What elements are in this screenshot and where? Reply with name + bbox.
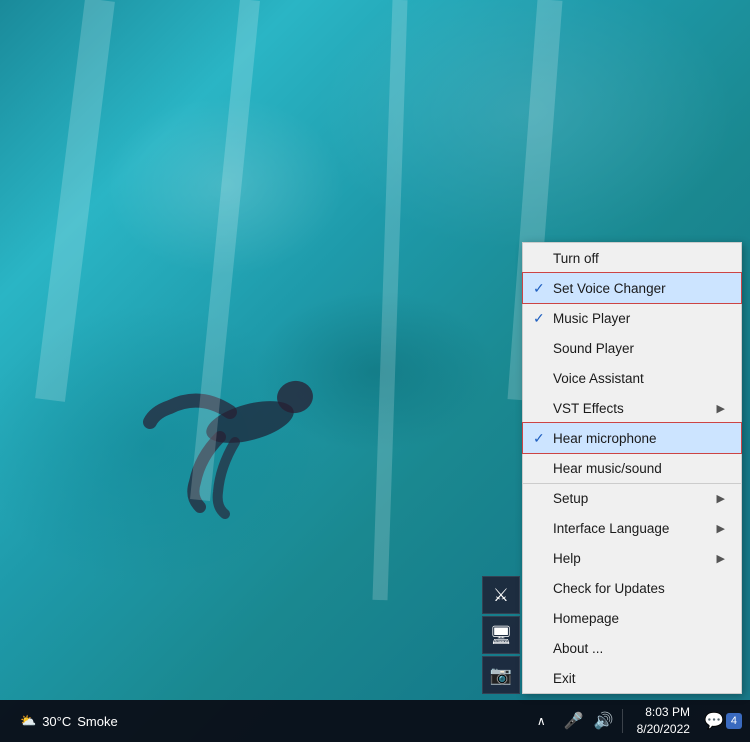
menu-label-exit: Exit — [553, 671, 725, 686]
menu-item-homepage[interactable]: Homepage — [523, 603, 741, 633]
menu-label-turn-off: Turn off — [553, 251, 725, 266]
menu-item-hear-microphone[interactable]: ✓Hear microphone — [523, 423, 741, 453]
menu-label-interface-language: Interface Language — [553, 521, 709, 536]
checkmark-set-voice-changer: ✓ — [533, 280, 553, 297]
notification-icon: 💬 — [704, 711, 724, 731]
menu-item-music-player[interactable]: ✓Music Player — [523, 303, 741, 333]
menu-item-interface-language[interactable]: Interface Language ▶ — [523, 513, 741, 543]
weather-condition: Smoke — [77, 714, 117, 729]
menu-label-set-voice-changer: Set Voice Changer — [553, 281, 725, 296]
tray-app-icon-1[interactable]: ⚔ — [482, 576, 520, 614]
checkmark-hear-microphone: ✓ — [533, 430, 553, 447]
menu-label-setup: Setup — [553, 491, 709, 506]
menu-item-about[interactable]: About ... — [523, 633, 741, 663]
tray-app-icon-3[interactable]: 📷 — [482, 656, 520, 694]
system-clock: 8:03 PM 8/20/2022 — [629, 704, 698, 738]
menu-item-setup[interactable]: Setup ▶ — [523, 483, 741, 513]
menu-label-vst-effects: VST Effects — [553, 401, 709, 416]
menu-label-music-player: Music Player — [553, 311, 725, 326]
clock-date: 8/20/2022 — [637, 721, 690, 738]
menu-label-about: About ... — [553, 641, 725, 656]
menu-item-exit[interactable]: Exit — [523, 663, 741, 693]
volume-icon: 🔊 — [590, 709, 618, 733]
menu-item-turn-off[interactable]: Turn off — [523, 243, 741, 273]
submenu-arrow-interface-language: ▶ — [717, 522, 725, 535]
vertical-tray: ⚔ 🖥 📷 — [482, 576, 520, 694]
clock-time: 8:03 PM — [637, 704, 690, 721]
menu-label-sound-player: Sound Player — [553, 341, 725, 356]
context-menu: Turn off✓Set Voice Changer✓Music PlayerS… — [522, 242, 742, 694]
menu-item-help[interactable]: Help ▶ — [523, 543, 741, 573]
menu-item-check-for-updates[interactable]: Check for Updates — [523, 573, 741, 603]
menu-item-vst-effects[interactable]: VST Effects ▶ — [523, 393, 741, 423]
menu-label-help: Help — [553, 551, 709, 566]
notification-area[interactable]: 💬 4 — [704, 711, 742, 731]
submenu-arrow-setup: ▶ — [717, 492, 725, 505]
menu-label-voice-assistant: Voice Assistant — [553, 371, 725, 386]
menu-item-voice-assistant[interactable]: Voice Assistant — [523, 363, 741, 393]
notification-count: 4 — [726, 713, 742, 729]
system-tray: 🎤 🔊 — [556, 709, 623, 733]
taskbar-right: ∧ 🎤 🔊 8:03 PM 8/20/2022 💬 4 — [533, 704, 750, 738]
taskbar-left: ⛅ 30°C Smoke — [0, 713, 130, 729]
menu-label-homepage: Homepage — [553, 611, 725, 626]
microphone-icon: 🎤 — [560, 709, 588, 733]
menu-item-hear-music-sound[interactable]: Hear music/sound — [523, 453, 741, 483]
menu-item-set-voice-changer[interactable]: ✓Set Voice Changer — [523, 273, 741, 303]
tray-expand-button[interactable]: ∧ — [533, 710, 550, 732]
temperature-label: 30°C — [42, 714, 71, 729]
weather-icon: ⛅ — [20, 713, 36, 729]
menu-label-hear-music-sound: Hear music/sound — [553, 461, 725, 476]
weather-widget: ⛅ 30°C Smoke — [8, 713, 130, 729]
menu-label-check-for-updates: Check for Updates — [553, 581, 725, 596]
swimmer-illustration — [140, 282, 360, 562]
menu-label-hear-microphone: Hear microphone — [553, 431, 725, 446]
tray-app-icon-2[interactable]: 🖥 — [482, 616, 520, 654]
menu-item-sound-player[interactable]: Sound Player — [523, 333, 741, 363]
taskbar: ⛅ 30°C Smoke ∧ 🎤 🔊 8:03 PM 8/20/2022 💬 4 — [0, 700, 750, 742]
submenu-arrow-help: ▶ — [717, 552, 725, 565]
checkmark-music-player: ✓ — [533, 310, 553, 327]
submenu-arrow-vst-effects: ▶ — [717, 402, 725, 415]
